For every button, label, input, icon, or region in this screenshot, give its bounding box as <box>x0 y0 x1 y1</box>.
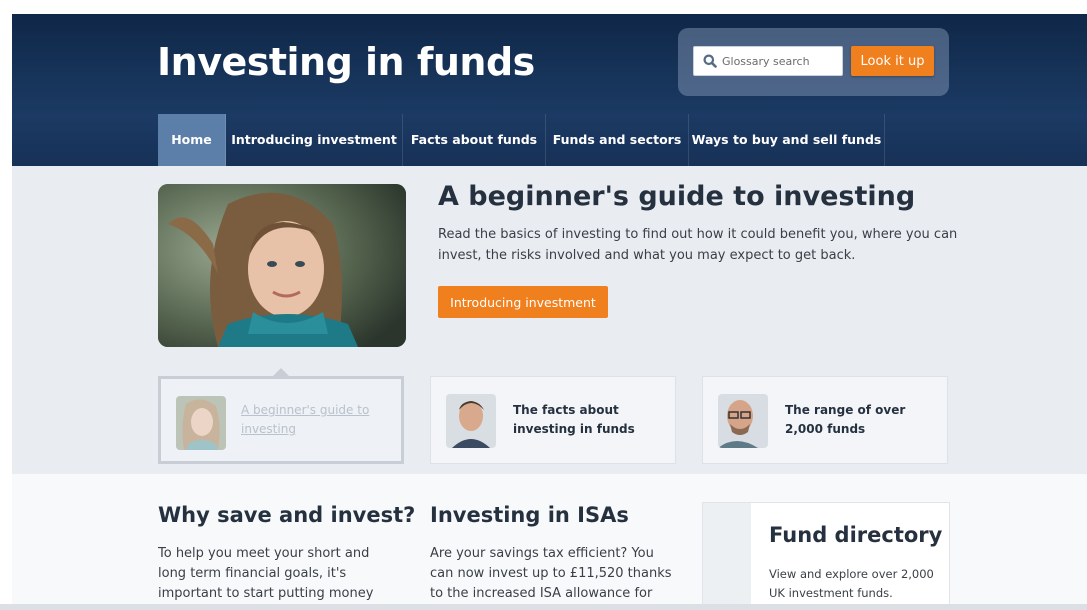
card-thumbnail-bald-man <box>718 394 768 448</box>
hero-section: A beginner's guide to investing Read the… <box>12 166 1087 474</box>
why-save-text: To help you meet your short and long ter… <box>158 546 374 601</box>
search-icon <box>703 54 717 68</box>
isas-text: Are your savings tax efficient? You can … <box>430 546 672 601</box>
glossary-search-panel: Look it up <box>678 28 949 96</box>
nav-item-ways-to-buy-and-sell-funds[interactable]: Ways to buy and sell funds <box>689 114 885 166</box>
card-thumbnail-man <box>446 394 496 448</box>
hero-heading: A beginner's guide to investing <box>438 181 916 212</box>
site-header: Investing in funds Look it up <box>12 14 1087 114</box>
fund-directory-stripe <box>703 503 751 610</box>
card-label[interactable]: A beginner's guide to investing <box>241 401 391 439</box>
nav-item-facts-about-funds[interactable]: Facts about funds <box>403 114 546 166</box>
bottom-scroll-bar <box>0 604 1087 610</box>
glossary-search-input[interactable] <box>722 47 840 75</box>
card-label[interactable]: The range of over 2,000 funds <box>785 401 935 439</box>
introducing-investment-button[interactable]: Introducing investment <box>438 286 608 318</box>
fund-directory-text: View and explore over 2,000 UK investmen… <box>769 567 934 600</box>
card-facts-about-investing[interactable]: The facts about investing in funds <box>430 376 676 464</box>
card-range-of-funds[interactable]: The range of over 2,000 funds <box>702 376 948 464</box>
fund-directory-panel[interactable]: Fund directory View and explore over 2,0… <box>702 502 950 610</box>
investing-in-isas-heading: Investing in ISAs <box>430 503 629 527</box>
hero-description: Read the basics of investing to find out… <box>438 227 958 263</box>
look-it-up-button[interactable]: Look it up <box>851 46 934 76</box>
why-save-heading: Why save and invest? <box>158 503 416 527</box>
fund-directory-heading[interactable]: Fund directory <box>769 523 942 547</box>
card-thumbnail-woman <box>176 396 226 450</box>
card-label[interactable]: The facts about investing in funds <box>513 401 663 439</box>
card-beginners-guide[interactable]: A beginner's guide to investing <box>158 376 404 464</box>
hero-portrait-image <box>158 184 406 347</box>
glossary-search-field[interactable] <box>693 46 843 76</box>
site-title[interactable]: Investing in funds <box>157 40 535 84</box>
lower-section: Why save and invest? To help you meet yo… <box>12 474 1087 610</box>
hero-photo-woman <box>158 184 406 347</box>
nav-item-home[interactable]: Home <box>158 114 226 166</box>
nav-item-introducing-investment[interactable]: Introducing investment <box>226 114 403 166</box>
main-nav: Home Introducing investment Facts about … <box>12 114 1087 166</box>
page-frame: Investing in funds Look it up Home Intro… <box>12 14 1087 610</box>
nav-item-funds-and-sectors[interactable]: Funds and sectors <box>546 114 689 166</box>
